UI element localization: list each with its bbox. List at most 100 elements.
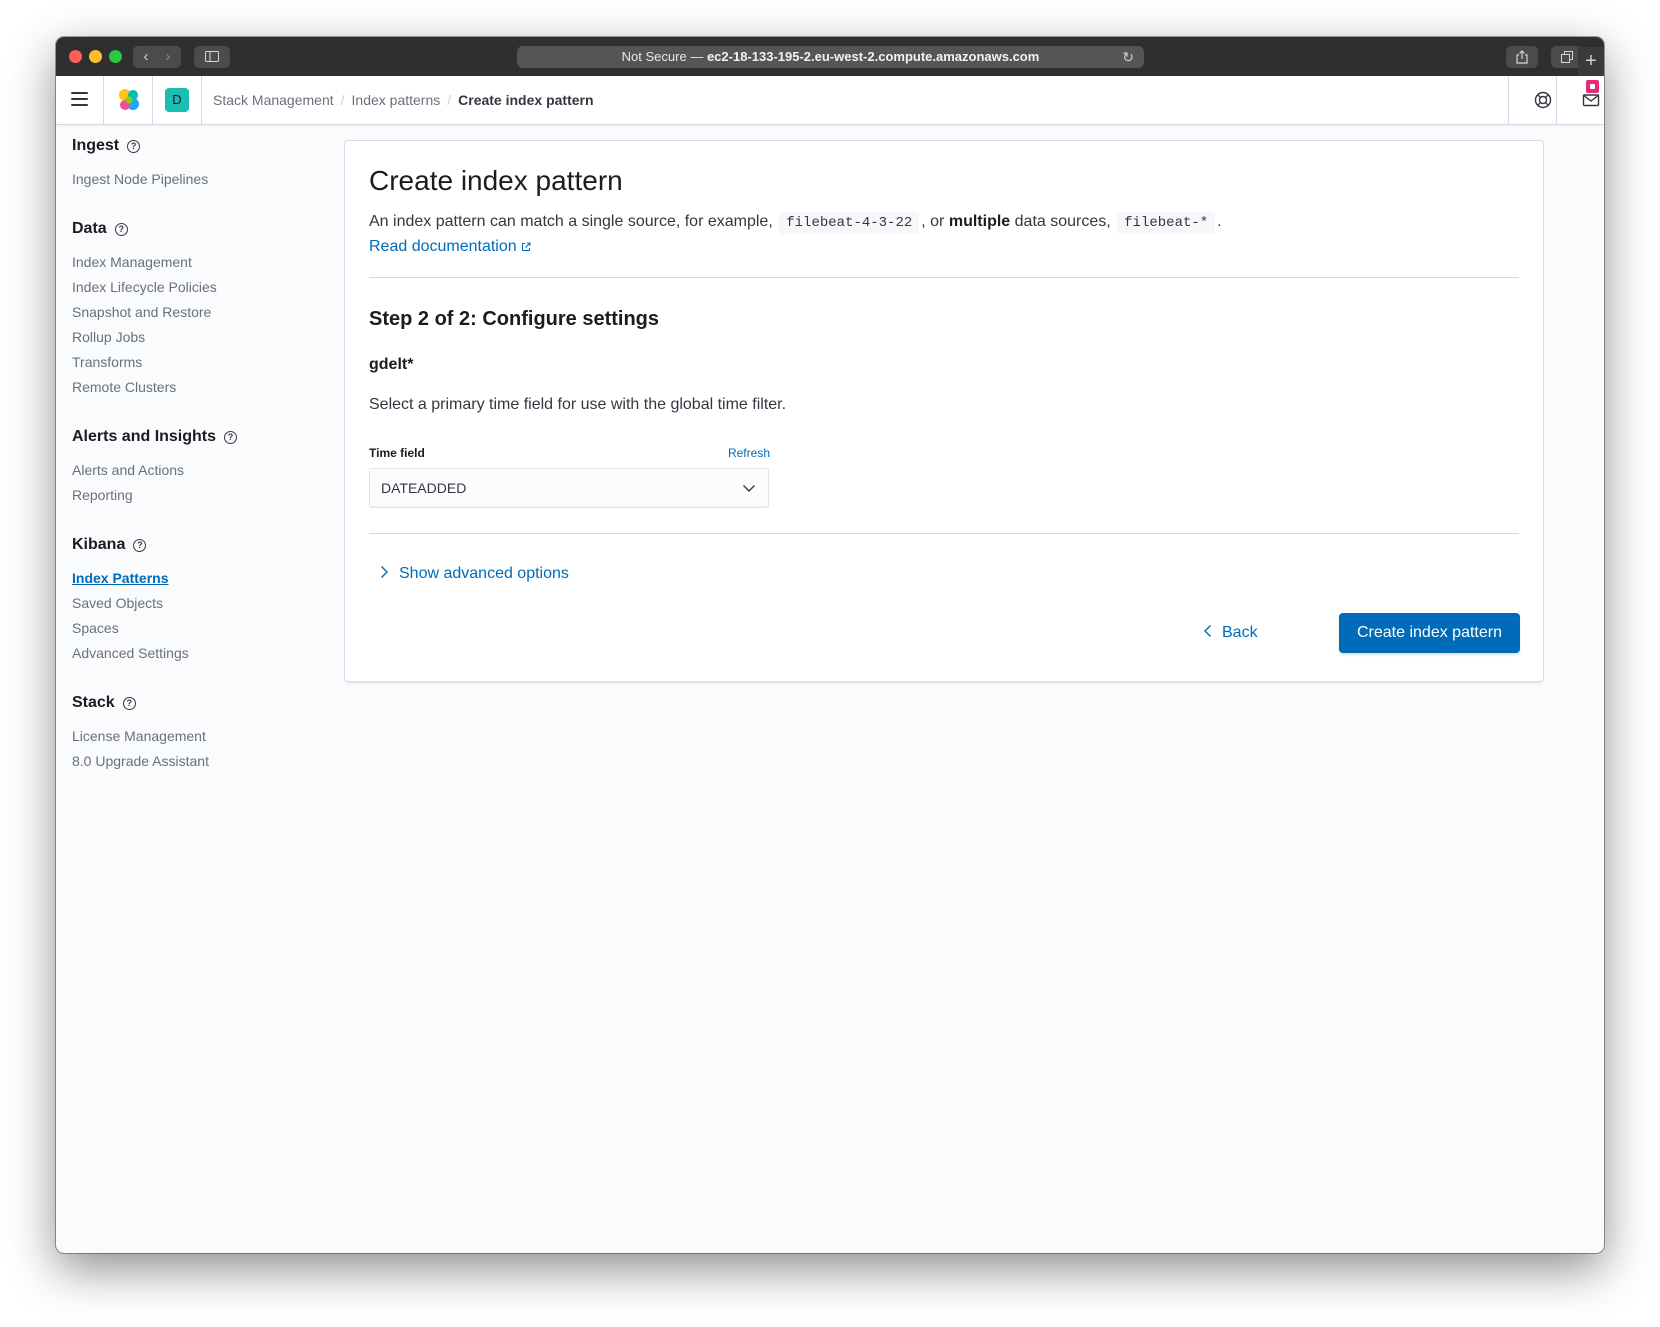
url-security-label: Not Secure — — [621, 49, 704, 64]
breadcrumb-create-index-pattern: Create index pattern — [458, 92, 594, 108]
description-emphasis: multiple — [948, 213, 1011, 230]
chevron-left-icon — [1204, 625, 1211, 637]
notification-badge — [1585, 79, 1600, 94]
chevron-down-icon — [743, 485, 755, 492]
sidebar-icon — [205, 51, 219, 62]
share-button[interactable] — [1506, 46, 1538, 68]
sidebar-group-title: Alerts and Insights? — [72, 427, 322, 447]
browser-window: ‹ › Not Secure — ec2-18-133-195-2.eu-west… — [56, 37, 1604, 1253]
sidebar-group-title: Kibana? — [72, 535, 322, 555]
breadcrumb: Stack Management / Index patterns / Create i… — [213, 76, 594, 124]
sidebar-group-title: Data? — [72, 219, 322, 239]
zoom-window-button[interactable] — [109, 50, 122, 63]
index-pattern-name: gdelt* — [369, 356, 414, 373]
sidebar-group-ingest: Ingest? Ingest Node Pipelines — [72, 136, 322, 192]
browser-toolbar: ‹ › Not Secure — ec2-18-133-195-2.eu-west… — [56, 37, 1604, 77]
description-text: , or — [921, 213, 945, 230]
back-button[interactable]: Back — [1203, 613, 1258, 653]
external-link-icon — [521, 242, 531, 251]
management-sidebar: Ingest? Ingest Node Pipelines Data? Inde… — [72, 136, 322, 801]
question-circle-icon[interactable]: ? — [114, 223, 128, 236]
breadcrumb-separator: / — [447, 92, 452, 108]
question-circle-icon[interactable]: ? — [224, 431, 238, 444]
header-divider — [1508, 76, 1509, 124]
page-title: Create index pattern — [369, 165, 623, 196]
sidebar-group-title-text: Kibana — [72, 536, 126, 553]
share-icon — [1516, 50, 1528, 64]
breadcrumb-index-patterns[interactable]: Index patterns — [352, 92, 441, 108]
description-text: An index pattern can match a single sour… — [369, 213, 773, 230]
chevron-right-icon — [381, 566, 388, 578]
sidebar-item-index-patterns[interactable]: Index Patterns — [72, 566, 322, 591]
sidebar-group-title: Ingest? — [72, 136, 322, 156]
hamburger-menu-icon[interactable] — [71, 92, 88, 106]
example-code-multiple: filebeat-* — [1117, 212, 1216, 234]
sidebar-item-upgrade-assistant[interactable]: 8.0 Upgrade Assistant — [72, 749, 322, 774]
sidebar-item-index-management[interactable]: Index Management — [72, 250, 322, 275]
time-field-label: Time field — [369, 446, 425, 460]
sidebar-group-alerts-and-insights: Alerts and Insights? Alerts and Actions … — [72, 427, 322, 508]
url-host: ec2-18-133-195-2.eu-west-2.compute.amazo… — [706, 49, 1040, 64]
description-text: data sources, — [1014, 213, 1111, 230]
new-tab-button[interactable]: + — [1578, 47, 1604, 76]
refresh-fields-link[interactable]: Refresh — [720, 446, 770, 460]
step-title: Step 2 of 2: Configure settings — [369, 308, 660, 330]
sidebar-item-license-management[interactable]: License Management — [72, 724, 322, 749]
show-advanced-options-label: Show advanced options — [399, 565, 569, 582]
sidebar-item-reporting[interactable]: Reporting — [72, 483, 322, 508]
breadcrumb-stack-management[interactable]: Stack Management — [213, 92, 334, 108]
elastic-logo-icon[interactable] — [116, 87, 142, 113]
question-circle-icon[interactable]: ? — [133, 539, 147, 552]
sidebar-item-spaces[interactable]: Spaces — [72, 616, 322, 641]
plus-icon: + — [1585, 50, 1597, 72]
horizontal-divider — [369, 533, 1519, 534]
description-text: . — [1217, 213, 1222, 230]
forward-arrow-icon[interactable]: › — [157, 46, 179, 68]
sidebar-group-title-text: Alerts and Insights — [72, 428, 217, 445]
time-field-select[interactable]: DATEADDED — [369, 468, 769, 508]
app-header: D Stack Management / Index patterns / Create… — [56, 76, 1604, 125]
header-divider — [152, 76, 153, 124]
sidebar-item-transforms[interactable]: Transforms — [72, 350, 322, 375]
page-description: An index pattern can match a single sour… — [369, 212, 1222, 234]
question-circle-icon[interactable]: ? — [127, 140, 141, 153]
sidebar-group-kibana: Kibana? Index Patterns Saved Objects Spa… — [72, 535, 322, 666]
header-divider — [201, 76, 202, 124]
history-nav: ‹ › — [133, 46, 181, 68]
sidebar-item-snapshot-and-restore[interactable]: Snapshot and Restore — [72, 300, 322, 325]
sidebar-item-ingest-node-pipelines[interactable]: Ingest Node Pipelines — [72, 167, 322, 192]
header-divider — [1556, 76, 1557, 124]
sidebar-item-advanced-settings[interactable]: Advanced Settings — [72, 641, 322, 666]
back-button-label: Back — [1222, 624, 1258, 641]
sidebar-group-title-text: Stack — [72, 694, 115, 711]
sidebar-toggle-button[interactable] — [194, 46, 230, 68]
sidebar-group-stack: Stack? License Management 8.0 Upgrade As… — [72, 693, 322, 774]
read-documentation-link[interactable]: Read documentation — [369, 238, 531, 256]
read-documentation-label: Read documentation — [369, 238, 517, 255]
sidebar-item-rollup-jobs[interactable]: Rollup Jobs — [72, 325, 322, 350]
close-window-button[interactable] — [69, 50, 82, 63]
sidebar-group-data: Data? Index Management Index Lifecycle P… — [72, 219, 322, 400]
time-field-instructions: Select a primary time field for use with… — [369, 396, 787, 413]
minimize-window-button[interactable] — [89, 50, 102, 63]
time-field-selected-value: DATEADDED — [381, 480, 467, 496]
question-circle-icon[interactable]: ? — [122, 697, 136, 710]
example-code-single: filebeat-4-3-22 — [779, 212, 920, 234]
horizontal-divider — [369, 277, 1519, 278]
sidebar-item-saved-objects[interactable]: Saved Objects — [72, 591, 322, 616]
header-divider — [103, 76, 104, 124]
sidebar-item-index-lifecycle-policies[interactable]: Index Lifecycle Policies — [72, 275, 322, 300]
sidebar-item-remote-clusters[interactable]: Remote Clusters — [72, 375, 322, 400]
sidebar-item-alerts-and-actions[interactable]: Alerts and Actions — [72, 458, 322, 483]
sidebar-group-title-text: Data — [72, 220, 107, 237]
reload-icon[interactable]: ↻ — [1122, 46, 1134, 68]
help-menu-icon[interactable] — [1532, 89, 1554, 111]
tabs-icon — [1560, 51, 1573, 63]
address-bar[interactable]: Not Secure — ec2-18-133-195-2.eu-west-2.… — [517, 46, 1144, 68]
sidebar-group-title-text: Ingest — [72, 137, 120, 154]
create-index-pattern-panel: Create index pattern An index pattern ca… — [344, 140, 1544, 682]
space-avatar[interactable]: D — [165, 88, 189, 112]
create-index-pattern-button[interactable]: Create index pattern — [1339, 613, 1520, 653]
show-advanced-options-toggle[interactable]: Show advanced options — [379, 565, 569, 583]
back-arrow-icon[interactable]: ‹ — [135, 46, 157, 68]
